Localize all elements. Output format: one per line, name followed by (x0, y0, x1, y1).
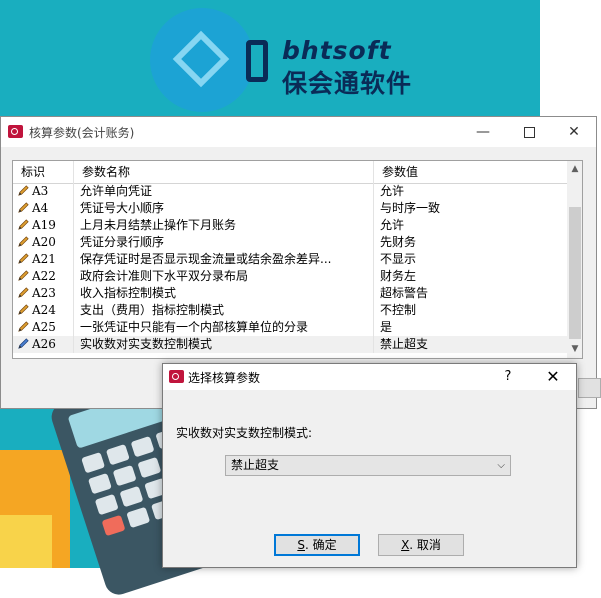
pen-icon (17, 337, 30, 350)
row-code-cell: A26 (13, 336, 74, 353)
table-row[interactable]: A4 凭证号大小顺序 与时序一致 (13, 200, 567, 217)
row-name: 支出（费用）指标控制模式 (74, 302, 374, 319)
header-value[interactable]: 参数值 (374, 161, 567, 183)
row-code: A21 (32, 252, 56, 266)
row-code: A25 (32, 320, 56, 334)
decor-yellow-block (0, 515, 52, 568)
row-value: 与时序一致 (380, 201, 441, 215)
row-code: A23 (32, 286, 56, 300)
cancel-label: . 取消 (409, 538, 441, 552)
brand-name-en: bhtsoft (282, 36, 392, 65)
table-row[interactable]: A23 收入指标控制模式 超标警告 (13, 285, 567, 302)
pen-icon (17, 286, 30, 299)
row-code: A3 (32, 184, 49, 198)
row-value: 禁止超支 (380, 337, 429, 351)
row-name: 实收数对实支数控制模式 (74, 336, 374, 353)
row-value: 允许 (380, 184, 405, 198)
row-name: 一张凭证中只能有一个内部核算单位的分录 (74, 319, 374, 336)
pen-icon (17, 320, 30, 333)
vertical-scrollbar[interactable]: ▲ ▼ (567, 161, 582, 358)
row-code: A19 (32, 218, 56, 232)
row-value: 先财务 (380, 235, 417, 249)
row-code-cell: A25 (13, 319, 74, 336)
key-icon (8, 125, 23, 138)
pen-icon (17, 201, 30, 214)
grid-rows: A3 允许单向凭证 允许 A4 凭证号大小顺序 与时序一致 A19 上月未月结禁止操作下月账务… (13, 183, 567, 353)
select-param-dialog: 选择核算参数 ? ✕ 实收数对实支数控制模式: 禁止超支 ⌵ S. 确定 X. … (162, 363, 577, 568)
row-code-cell: A23 (13, 285, 74, 302)
row-name: 上月未月结禁止操作下月账务 (74, 217, 374, 234)
row-code-cell: A19 (13, 217, 74, 234)
key-icon (169, 370, 184, 383)
scroll-thumb[interactable] (569, 207, 581, 339)
params-grid[interactable]: 标识 参数名称 参数值 A3 允许单向凭证 允许 A4 凭证号大小顺序 与时序一致 A19 上… (12, 160, 583, 359)
row-name: 收入指标控制模式 (74, 285, 374, 302)
scroll-up-icon[interactable]: ▲ (567, 161, 582, 178)
row-code: A24 (32, 303, 56, 317)
row-name: 凭证分录行顺序 (74, 234, 374, 251)
row-value: 允许 (380, 218, 405, 232)
row-code-cell: A21 (13, 251, 74, 268)
row-code-cell: A3 (13, 183, 74, 200)
row-name: 政府会计准则下水平双分录布局 (74, 268, 374, 285)
row-value: 不显示 (380, 252, 417, 266)
dialog-title: 选择核算参数 (188, 371, 261, 385)
pen-icon (17, 235, 30, 248)
row-value: 超标警告 (380, 286, 429, 300)
help-button[interactable]: ? (497, 364, 519, 390)
grid-header: 标识 参数名称 参数值 (13, 161, 567, 184)
ok-button[interactable]: S. 确定 (274, 534, 360, 556)
dialog-prompt: 实收数对实支数控制模式: (176, 426, 313, 440)
header-name[interactable]: 参数名称 (74, 161, 374, 183)
table-row[interactable]: A19 上月未月结禁止操作下月账务 允许 (13, 217, 567, 234)
logo-bar-icon (246, 40, 268, 82)
row-value: 是 (380, 320, 393, 334)
row-code: A4 (32, 201, 49, 215)
dialog-close-button[interactable]: ✕ (535, 364, 571, 390)
row-code-cell: A24 (13, 302, 74, 319)
scroll-down-icon[interactable]: ▼ (567, 341, 582, 358)
pen-icon (17, 303, 30, 316)
background-button-edge (578, 378, 601, 398)
row-name: 保存凭证时是否显示现金流量或结余盈余差异... (74, 251, 374, 268)
row-name: 允许单向凭证 (74, 183, 374, 200)
row-code: A22 (32, 269, 56, 283)
mode-select[interactable]: 禁止超支 ⌵ (225, 455, 511, 476)
mode-select-value: 禁止超支 (231, 458, 280, 472)
pen-icon (17, 184, 30, 197)
chevron-down-icon: ⌵ (497, 460, 505, 471)
row-name: 凭证号大小顺序 (74, 200, 374, 217)
table-row[interactable]: A3 允许单向凭证 允许 (13, 183, 567, 200)
window-titlebar[interactable]: 核算参数(会计账务) — ✕ (1, 117, 596, 147)
row-code: A26 (32, 337, 56, 351)
row-value: 不控制 (380, 303, 417, 317)
row-code-cell: A22 (13, 268, 74, 285)
pen-icon (17, 252, 30, 265)
minimize-button[interactable]: — (460, 117, 506, 147)
pen-icon (17, 218, 30, 231)
pen-icon (17, 269, 30, 282)
window-title: 核算参数(会计账务) (29, 126, 135, 140)
brand-name-cn: 保会通软件 (282, 69, 413, 98)
table-row[interactable]: A20 凭证分录行顺序 先财务 (13, 234, 567, 251)
table-row[interactable]: A21 保存凭证时是否显示现金流量或结余盈余差异... 不显示 (13, 251, 567, 268)
maximize-button[interactable] (506, 117, 552, 147)
table-row[interactable]: A26 实收数对实支数控制模式 禁止超支 (13, 336, 567, 353)
ok-hotkey: S (297, 538, 305, 552)
row-code-cell: A20 (13, 234, 74, 251)
header-code[interactable]: 标识 (13, 161, 74, 183)
dialog-titlebar[interactable]: 选择核算参数 ? ✕ (163, 364, 576, 390)
table-row[interactable]: A22 政府会计准则下水平双分录布局 财务左 (13, 268, 567, 285)
cancel-button[interactable]: X. 取消 (378, 534, 464, 556)
ok-label: . 确定 (304, 538, 337, 552)
table-row[interactable]: A24 支出（费用）指标控制模式 不控制 (13, 302, 567, 319)
row-value: 财务左 (380, 269, 417, 283)
table-row[interactable]: A25 一张凭证中只能有一个内部核算单位的分录是 (13, 319, 567, 336)
row-code-cell: A4 (13, 200, 74, 217)
close-button[interactable]: ✕ (551, 117, 597, 147)
maximize-icon (523, 126, 535, 138)
row-code: A20 (32, 235, 56, 249)
